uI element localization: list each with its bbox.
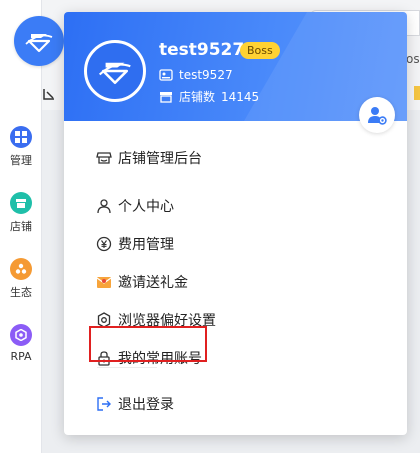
menu-item-billing[interactable]: 费用管理 <box>96 231 174 257</box>
account-card-icon <box>159 68 173 82</box>
menu-divider <box>97 367 157 368</box>
rail-label: 生态 <box>10 286 32 299</box>
account-header: test9527 Boss test9527 店铺数 14145 <box>64 12 407 133</box>
account-dropdown: test9527 Boss test9527 店铺数 14145 店铺管理后台 … <box>64 12 407 435</box>
highlight-box <box>89 326 207 362</box>
rail-label: 店铺 <box>10 220 32 233</box>
avatar[interactable] <box>84 40 146 102</box>
menu-item-label: 费用管理 <box>118 237 174 253</box>
account-row: test9527 <box>159 68 233 82</box>
person-icon <box>96 198 112 214</box>
rail-label: RPA <box>10 350 32 363</box>
gift-envelope-icon <box>96 274 112 290</box>
menu-item-label: 退出登录 <box>118 397 174 413</box>
yen-icon <box>96 236 112 252</box>
store-count-icon <box>159 90 173 104</box>
menu-item-label: 个人中心 <box>118 199 174 215</box>
rail-item-rpa[interactable]: RPA <box>0 324 42 363</box>
rail-item-store[interactable]: 店铺 <box>0 192 42 234</box>
menu-item-logout[interactable]: 退出登录 <box>96 391 174 417</box>
user-settings-button[interactable] <box>359 97 395 133</box>
role-badge: Boss <box>240 42 280 59</box>
menu-item-store-admin[interactable]: 店铺管理后台 <box>96 145 202 171</box>
rail-item-ecosystem[interactable]: 生态 <box>0 258 42 300</box>
screenshot-icon[interactable] <box>42 86 56 105</box>
left-rail: 管理 店铺 生态 RPA <box>0 0 42 453</box>
menu-item-label: 店铺管理后台 <box>118 151 202 167</box>
store-count-value: 14145 <box>221 89 260 104</box>
user-settings-icon <box>368 107 387 125</box>
store-count-row: 店铺数 14145 <box>159 88 259 105</box>
account-name: test9527 <box>179 68 233 82</box>
app-logo[interactable] <box>14 16 64 66</box>
grid-icon <box>10 126 32 148</box>
logout-icon <box>96 396 112 412</box>
menu-item-invite[interactable]: 邀请送礼金 <box>96 269 188 295</box>
menu-item-profile[interactable]: 个人中心 <box>96 193 174 219</box>
store-icon <box>10 192 32 214</box>
avatar-logo-icon <box>98 62 131 85</box>
store-admin-icon <box>96 150 112 166</box>
rpa-icon <box>10 324 32 346</box>
logo-icon <box>25 34 53 53</box>
rail-label: 管理 <box>10 154 32 167</box>
menu-item-label: 邀请送礼金 <box>118 275 188 291</box>
browser-tab-text: os9 <box>406 52 420 66</box>
store-count-label: 店铺数 <box>179 90 216 104</box>
rail-item-manage[interactable]: 管理 <box>0 126 42 168</box>
bookmark-marker <box>414 86 420 100</box>
username: test9527 <box>159 40 245 60</box>
ecosystem-icon <box>10 258 32 280</box>
